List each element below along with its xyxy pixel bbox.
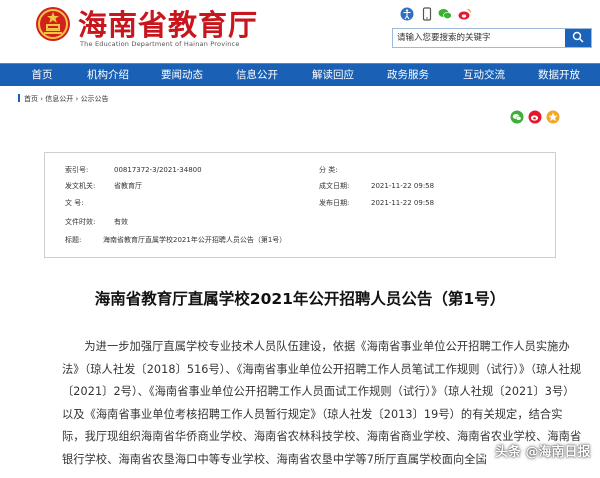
meta-created-date: 2021-11-22 09:58 <box>371 182 435 190</box>
share-qzone-icon[interactable] <box>546 110 560 124</box>
meta-row: 文件时效: 有效 <box>45 215 555 229</box>
nav-interaction[interactable]: 互动交流 <box>456 64 512 86</box>
meta-row: 发文机关: 省教育厅 成文日期: 2021-11-22 09:58 <box>45 179 555 193</box>
nav-services[interactable]: 政务服务 <box>380 64 436 86</box>
document-metadata: 索引号: 00817372-3/2021-34800 分 类: 发文机关: 省教… <box>44 152 556 258</box>
site-header: 海南省教育厅 The Education Department of Haina… <box>0 0 600 62</box>
article-title: 海南省教育厅直属学校2021年公开招聘人员公告（第1号） <box>94 290 506 308</box>
mobile-icon[interactable] <box>420 7 434 21</box>
watermark: 头条 @海南日报 <box>478 440 591 466</box>
nav-about[interactable]: 机构介绍 <box>80 64 136 86</box>
meta-label: 成文日期: <box>319 182 350 190</box>
meta-label: 分 类: <box>319 166 338 174</box>
accessibility-icon[interactable] <box>400 7 414 21</box>
weibo-icon[interactable] <box>458 7 472 21</box>
national-emblem-icon <box>36 7 70 41</box>
search-input[interactable] <box>393 29 561 47</box>
breadcrumb-marker <box>18 94 20 102</box>
meta-label: 发布日期: <box>319 199 350 207</box>
search-box <box>392 28 592 48</box>
meta-published-date: 2021-11-22 09:58 <box>371 199 435 207</box>
meta-issuer: 省教育厅 <box>114 182 142 190</box>
meta-index-number: 00817372-3/2021-34800 <box>114 166 202 174</box>
breadcrumb-home[interactable]: 首页 <box>24 95 38 103</box>
breadcrumb: 首页 › 信息公开 › 公示公告 <box>18 93 109 105</box>
watermark-text: 头条 @海南日报 <box>495 445 591 460</box>
nav-disclosure[interactable]: 信息公开 <box>229 64 285 86</box>
breadcrumb-announcements[interactable]: 公示公告 <box>81 95 109 103</box>
breadcrumb-separator: › <box>75 95 79 103</box>
nav-interpretation[interactable]: 解读回应 <box>304 64 362 86</box>
nav-open-data[interactable]: 数据开放 <box>531 64 587 86</box>
meta-row: 文 号: 发布日期: 2021-11-22 09:58 <box>45 196 555 210</box>
main-nav: 首页 机构介绍 要闻动态 信息公开 解读回应 政务服务 互动交流 数据开放 <box>0 63 600 86</box>
toutiao-logo-icon <box>478 445 492 459</box>
share-wechat-icon[interactable] <box>510 110 524 124</box>
search-icon <box>572 31 584 43</box>
meta-subject: 海南省教育厅直属学校2021年公开招聘人员公告（第1号） <box>103 236 287 244</box>
share-weibo-icon[interactable] <box>528 110 542 124</box>
wechat-icon[interactable] <box>438 7 452 21</box>
site-subtitle-en: The Education Department of Hainan Provi… <box>80 40 240 48</box>
meta-row: 标题: 海南省教育厅直属学校2021年公开招聘人员公告（第1号） <box>45 233 555 247</box>
meta-row: 索引号: 00817372-3/2021-34800 分 类: <box>45 163 555 177</box>
meta-label: 文 号: <box>65 199 84 207</box>
breadcrumb-separator: › <box>40 95 44 103</box>
meta-validity: 有效 <box>114 218 128 226</box>
site-title[interactable]: 海南省教育厅 <box>78 2 258 44</box>
search-button[interactable] <box>565 29 591 47</box>
nav-news[interactable]: 要闻动态 <box>153 64 211 86</box>
nav-home[interactable]: 首页 <box>22 64 62 86</box>
breadcrumb-disclosure[interactable]: 信息公开 <box>45 95 73 103</box>
